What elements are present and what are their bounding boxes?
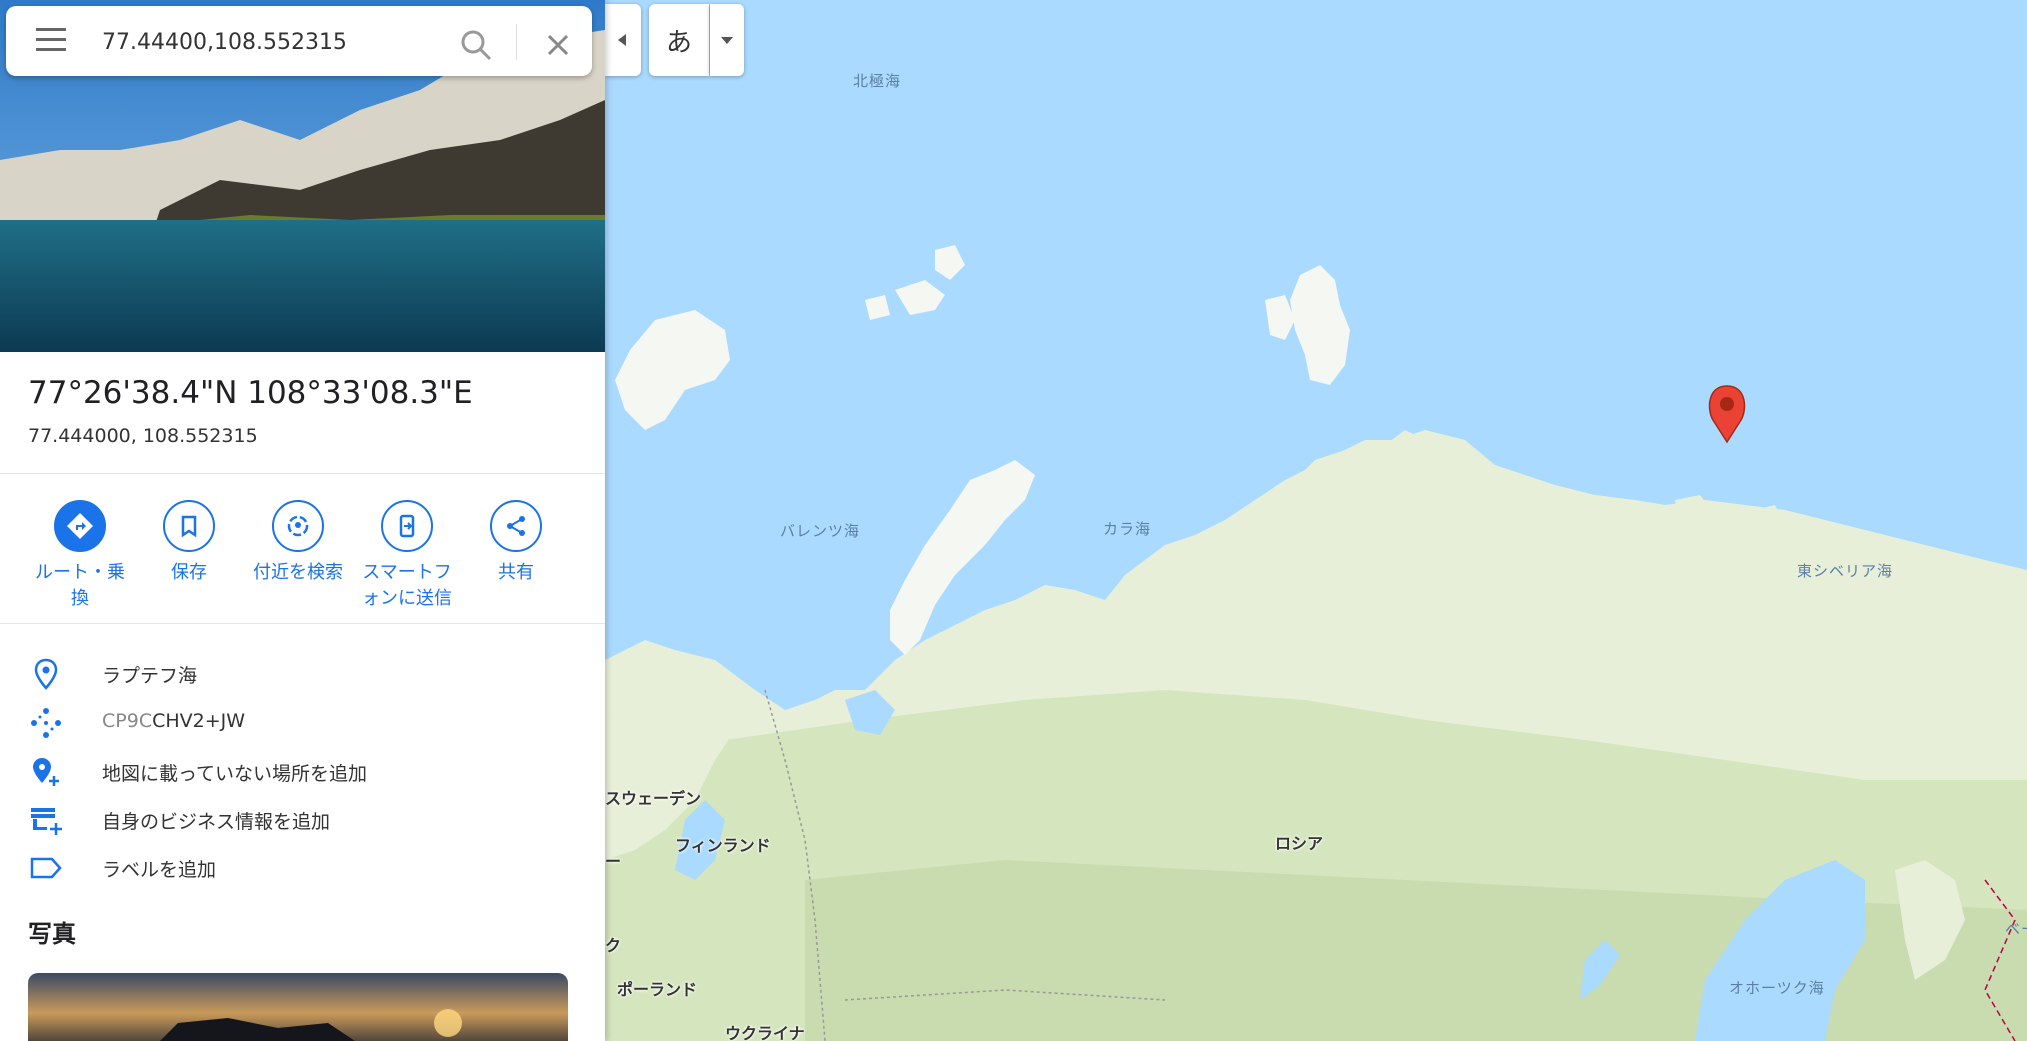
partial-label-dash: ー xyxy=(605,852,622,871)
close-icon[interactable] xyxy=(541,28,575,62)
send-to-phone-label: スマートフォンに送信 xyxy=(362,562,452,609)
add-label-text: ラベルを追加 xyxy=(102,859,217,881)
add-missing-place-text: 地図に載っていない場所を追加 xyxy=(102,763,368,785)
input-tools-button[interactable]: あ xyxy=(649,4,709,76)
photos-heading: 写真 xyxy=(28,920,76,948)
location-pin-icon xyxy=(1708,385,1746,444)
partial-label-be: ベー xyxy=(2005,920,2027,938)
directions-icon xyxy=(67,513,93,539)
save-button[interactable]: 保存 xyxy=(134,500,244,586)
nearby-icon xyxy=(287,515,309,537)
caret-left-icon xyxy=(618,34,626,46)
partial-label-ku: ク xyxy=(605,936,622,955)
place-coordinates[interactable]: 77.444000, 108.552315 xyxy=(28,425,258,447)
svalbard xyxy=(615,310,730,430)
label-icon xyxy=(30,857,62,879)
share-button[interactable]: 共有 xyxy=(461,500,571,586)
kara-sea-label: カラ海 xyxy=(1103,520,1152,538)
place-title: 77°26'38.4"N 108°33'08.3"E xyxy=(28,375,473,411)
add-label-row[interactable]: ラベルを追加 xyxy=(0,842,605,890)
send-to-phone-icon xyxy=(399,514,415,538)
place-panel: 77°26'38.4"N 108°33'08.3"E 77.444000, 10… xyxy=(0,0,605,1041)
send-to-phone-button[interactable]: スマートフォンに送信 xyxy=(352,500,462,612)
photo-image xyxy=(28,973,568,1041)
ukraine-label: ウクライナ xyxy=(725,1024,805,1041)
location-text: ラプテフ海 xyxy=(102,665,198,687)
map-canvas[interactable]: 北極海 バレンツ海 カラ海 東シベリア海 オホーツク海 スウェーデン フィンラン… xyxy=(605,0,2027,1041)
photo-thumbnail[interactable] xyxy=(28,973,568,1041)
add-place-icon xyxy=(33,758,59,786)
east-siberian-sea-label: 東シベリア海 xyxy=(1797,562,1894,580)
input-tools-dropdown[interactable] xyxy=(710,4,744,76)
menu-icon[interactable] xyxy=(36,28,66,54)
russia-label: ロシア xyxy=(1275,834,1324,853)
plus-code-icon xyxy=(31,708,61,738)
search-divider xyxy=(516,24,517,60)
poland-label: ポーランド xyxy=(617,980,698,999)
severnaya-zemlya xyxy=(1290,265,1350,385)
add-business-row[interactable]: 自身のビジネス情報を追加 xyxy=(0,794,605,842)
plus-code-text: CP9CCHV2+JW xyxy=(102,710,245,732)
arctic-ocean-label: 北極海 xyxy=(853,72,902,90)
nearby-button[interactable]: 付近を検索 xyxy=(243,500,353,586)
plus-code-rest: CHV2+JW xyxy=(152,710,246,732)
search-box xyxy=(6,6,592,76)
add-missing-place-row[interactable]: 地図に載っていない場所を追加 xyxy=(0,746,605,794)
divider xyxy=(0,473,605,474)
nearby-label: 付近を検索 xyxy=(253,562,343,583)
divider xyxy=(0,623,605,624)
search-input[interactable] xyxy=(100,23,424,61)
finland-label: フィンランド xyxy=(675,836,771,855)
place-marker-icon xyxy=(34,658,58,690)
sweden-label: スウェーデン xyxy=(605,789,702,808)
bookmark-icon xyxy=(181,515,197,538)
add-business-text: 自身のビジネス情報を追加 xyxy=(102,811,331,833)
save-label: 保存 xyxy=(171,562,207,583)
okhotsk-sea-label: オホーツク海 xyxy=(1729,979,1825,997)
collapse-panel-button[interactable] xyxy=(605,4,641,76)
share-label: 共有 xyxy=(498,562,534,583)
directions-label: ルート・乗換 xyxy=(35,562,125,609)
directions-button[interactable]: ルート・乗換 xyxy=(25,500,135,612)
add-business-icon xyxy=(31,808,62,835)
barents-sea-label: バレンツ海 xyxy=(780,522,861,540)
location-row[interactable]: ラプテフ海 xyxy=(0,648,605,696)
share-icon xyxy=(507,516,525,536)
ime-label: あ xyxy=(665,27,692,58)
plus-code-row[interactable]: CP9CCHV2+JW xyxy=(0,697,605,745)
plus-code-prefix: CP9C xyxy=(102,710,153,732)
caret-down-icon xyxy=(721,37,733,44)
search-icon[interactable] xyxy=(459,28,493,62)
